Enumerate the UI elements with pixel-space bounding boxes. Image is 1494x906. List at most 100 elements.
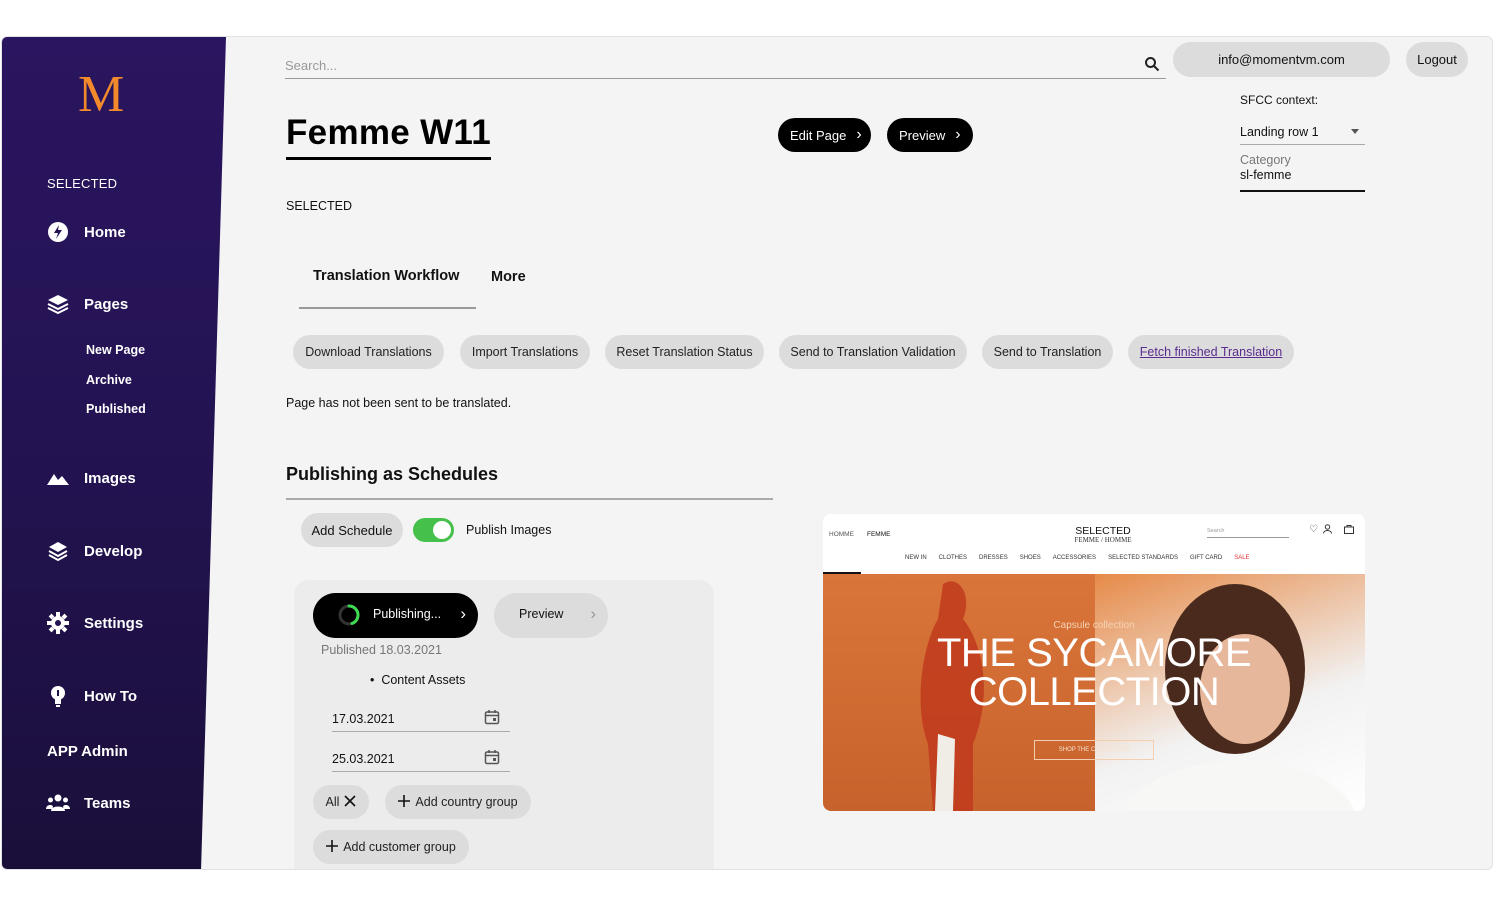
- edit-page-button[interactable]: Edit Page ›: [778, 118, 871, 152]
- sidebar-item-app-admin[interactable]: APP Admin: [47, 743, 128, 760]
- preview-nav-item: DRESSES: [979, 555, 1008, 561]
- all-countries-chip[interactable]: All: [313, 785, 369, 819]
- category-field[interactable]: sl-femme: [1240, 168, 1365, 192]
- sidebar: M SELECTED Home Pages New Page Archive P…: [2, 37, 226, 869]
- sidebar-item-develop[interactable]: Develop: [46, 539, 142, 563]
- sidebar-subitem-new-page[interactable]: New Page: [86, 343, 145, 357]
- reset-translation-status-button[interactable]: Reset Translation Status: [605, 335, 764, 369]
- list-item-label: Content Assets: [381, 673, 466, 687]
- chevron-right-icon: ›: [955, 126, 961, 143]
- sidebar-item-label: How To: [84, 687, 138, 705]
- tab-more[interactable]: More: [491, 269, 526, 285]
- fetch-finished-translation-button[interactable]: Fetch finished Translation: [1128, 335, 1294, 369]
- preview-nav-item-sale: SALE: [1234, 555, 1250, 561]
- plus-icon: [398, 794, 411, 810]
- preview-link-homme: HOMME: [829, 531, 854, 538]
- chevron-right-icon: ›: [460, 604, 466, 623]
- import-translations-button[interactable]: Import Translations: [460, 335, 590, 369]
- publish-images-toggle[interactable]: [413, 518, 454, 542]
- brand-label: SELECTED: [286, 199, 352, 213]
- sidebar-item-home[interactable]: Home: [46, 220, 126, 244]
- preview-link-femme: FEMME: [867, 531, 891, 538]
- app-window: M SELECTED Home Pages New Page Archive P…: [1, 36, 1493, 870]
- chevron-right-icon: ›: [856, 126, 862, 143]
- start-date-value: 17.03.2021: [332, 712, 395, 726]
- preview-brand-sub: FEMME / HOMME: [1074, 536, 1132, 544]
- gear-icon: [46, 611, 70, 635]
- sidebar-item-label: Settings: [84, 614, 144, 632]
- schedule-preview-label: Preview: [519, 607, 564, 621]
- published-date: Published 18.03.2021: [321, 643, 442, 657]
- spinner-icon: [338, 604, 360, 626]
- sidebar-item-label: Images: [84, 469, 136, 487]
- preview-headline-line-2: COLLECTION: [968, 670, 1220, 714]
- preview-nav-item: SELECTED STANDARDS: [1108, 555, 1178, 561]
- sfcc-context-value: Landing row 1: [1240, 125, 1319, 139]
- page-title: Femme W11: [286, 113, 492, 160]
- add-country-group-button[interactable]: Add country group: [385, 785, 531, 819]
- preview-nav-item: NEW IN: [905, 555, 927, 561]
- calendar-icon[interactable]: [484, 749, 500, 768]
- download-translations-button[interactable]: Download Translations: [293, 335, 444, 369]
- preview-capsule-text: Capsule collection: [1053, 620, 1135, 631]
- add-customer-group-button[interactable]: Add customer group: [313, 830, 469, 864]
- end-date-field[interactable]: 25.03.2021: [332, 746, 510, 772]
- tab-translation-workflow[interactable]: Translation Workflow: [313, 268, 459, 284]
- logout-button[interactable]: Logout: [1406, 42, 1468, 77]
- add-schedule-button[interactable]: Add Schedule: [301, 513, 403, 547]
- preview-headline-line-1: THE SYCAMORE: [936, 631, 1252, 675]
- sidebar-item-images[interactable]: Images: [46, 466, 136, 490]
- schedule-preview-button[interactable]: Preview ›: [494, 593, 608, 638]
- sidebar-item-pages[interactable]: Pages: [46, 292, 128, 316]
- bag-icon: [1344, 524, 1354, 536]
- team-icon: [46, 791, 70, 815]
- lightbulb-icon: [46, 684, 70, 708]
- sidebar-subitem-published[interactable]: Published: [86, 402, 146, 416]
- sidebar-item-how-to[interactable]: How To: [46, 684, 137, 708]
- preview-cta: SHOP THE COLLECTION: [1034, 740, 1154, 760]
- sidebar-subitem-archive[interactable]: Archive: [86, 373, 132, 387]
- sfcc-context-select[interactable]: Landing row 1: [1240, 121, 1365, 145]
- add-customer-group-label: Add customer group: [343, 840, 456, 854]
- end-date-value: 25.03.2021: [332, 752, 395, 766]
- edit-page-label: Edit Page: [790, 127, 847, 143]
- sidebar-item-teams[interactable]: Teams: [46, 791, 130, 815]
- account-email-button[interactable]: info@momentvm.com: [1173, 42, 1390, 77]
- toggle-knob: [433, 521, 451, 539]
- app-logo: M: [78, 66, 125, 123]
- sidebar-item-label: Teams: [84, 794, 131, 812]
- publishing-button[interactable]: Publishing... ›: [313, 593, 478, 638]
- sidebar-item-label: APP Admin: [47, 743, 128, 760]
- preview-nav: NEW IN CLOTHES DRESSES SHOES ACCESSORIES…: [905, 555, 1250, 561]
- bolt-icon: [46, 220, 70, 244]
- user-icon: [1323, 524, 1332, 536]
- active-tab-indicator: [299, 307, 476, 309]
- sidebar-item-settings[interactable]: Settings: [46, 611, 143, 635]
- site-preview-image: HOMME FEMME SELECTED FEMME / HOMME Searc…: [823, 514, 1365, 811]
- preview-search: Search: [1207, 528, 1289, 538]
- search-icon[interactable]: [1144, 56, 1160, 77]
- mountain-icon: [46, 466, 70, 490]
- close-icon[interactable]: [344, 794, 357, 810]
- sidebar-section-label: SELECTED: [47, 176, 118, 191]
- search-input[interactable]: [285, 53, 1125, 77]
- publishing-label: Publishing...: [373, 607, 442, 621]
- calendar-icon[interactable]: [484, 709, 500, 728]
- preview-nav-item: GIFT CARD: [1189, 555, 1223, 561]
- caret-down-icon: [1351, 129, 1359, 134]
- translation-status-text: Page has not been sent to be translated.: [286, 396, 512, 410]
- send-to-translation-validation-button[interactable]: Send to Translation Validation: [779, 335, 967, 369]
- preview-header: HOMME FEMME SELECTED FEMME / HOMME Searc…: [823, 514, 1365, 574]
- stack-icon: [46, 539, 70, 563]
- plus-icon: [326, 839, 339, 855]
- start-date-field[interactable]: 17.03.2021: [332, 706, 510, 732]
- publish-images-label: Publish Images: [466, 523, 552, 537]
- category-label: Category: [1240, 153, 1291, 167]
- send-to-translation-button[interactable]: Send to Translation: [982, 335, 1113, 369]
- chevron-right-icon: ›: [590, 604, 596, 623]
- preview-button[interactable]: Preview ›: [887, 118, 973, 152]
- sfcc-context-label: SFCC context:: [1240, 93, 1319, 107]
- sidebar-item-label: Home: [84, 223, 126, 241]
- publishing-heading: Publishing as Schedules: [286, 464, 499, 484]
- add-country-group-label: Add country group: [415, 795, 518, 809]
